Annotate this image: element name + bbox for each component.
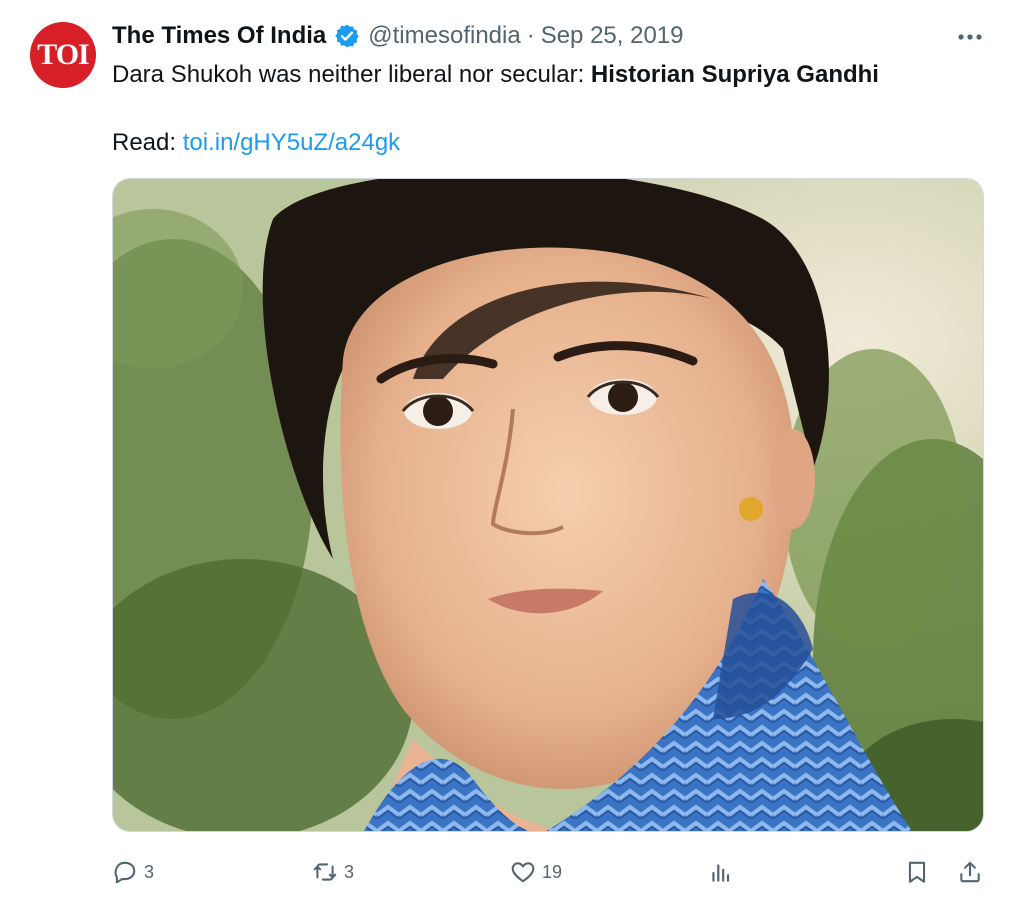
retweet-icon bbox=[313, 863, 337, 881]
retweet-count: 3 bbox=[344, 861, 355, 882]
tweet-header: The Times Of India @timesofindia · Sep 2… bbox=[112, 18, 684, 54]
share-button[interactable] bbox=[957, 848, 983, 896]
tweet-actions: 3 3 19 bbox=[0, 848, 1024, 896]
views-chart-icon bbox=[712, 864, 730, 882]
tweet-timestamp[interactable]: Sep 25, 2019 bbox=[541, 22, 684, 50]
tweet-media-photo[interactable] bbox=[112, 178, 984, 832]
tweet-text-plain: Dara Shukoh was neither liberal nor secu… bbox=[112, 61, 591, 88]
author-handle[interactable]: @timesofindia bbox=[368, 22, 520, 50]
avatar-logo-text: TOI bbox=[37, 38, 89, 71]
reply-button[interactable]: 3 bbox=[112, 848, 154, 896]
more-horizontal-icon bbox=[958, 34, 982, 40]
author-avatar[interactable]: TOI bbox=[30, 22, 96, 88]
retweet-button[interactable]: 3 bbox=[312, 848, 354, 896]
reply-icon bbox=[114, 861, 136, 884]
more-options-button[interactable] bbox=[950, 24, 990, 50]
bookmark-icon bbox=[908, 861, 926, 883]
share-icon bbox=[960, 861, 980, 883]
header-separator: · bbox=[526, 22, 535, 49]
tweet-text: Dara Shukoh was neither liberal nor secu… bbox=[112, 58, 992, 160]
tweet-text-bold: Historian Supriya Gandhi bbox=[590, 61, 879, 88]
heart-icon bbox=[511, 862, 535, 883]
like-count: 19 bbox=[542, 861, 563, 882]
like-button[interactable]: 19 bbox=[510, 848, 562, 896]
read-label: Read: bbox=[112, 129, 183, 156]
reply-count: 3 bbox=[144, 861, 155, 882]
bookmark-button[interactable] bbox=[904, 848, 930, 896]
portrait-photo bbox=[113, 179, 983, 831]
verified-badge-icon bbox=[335, 24, 360, 48]
views-button[interactable] bbox=[708, 848, 734, 896]
tweet[interactable]: TOI The Times Of India @timesofindia · S… bbox=[0, 0, 1024, 902]
article-link[interactable]: toi.in/gHY5uZ/a24gk bbox=[183, 129, 400, 156]
author-display-name[interactable]: The Times Of India bbox=[112, 22, 326, 50]
